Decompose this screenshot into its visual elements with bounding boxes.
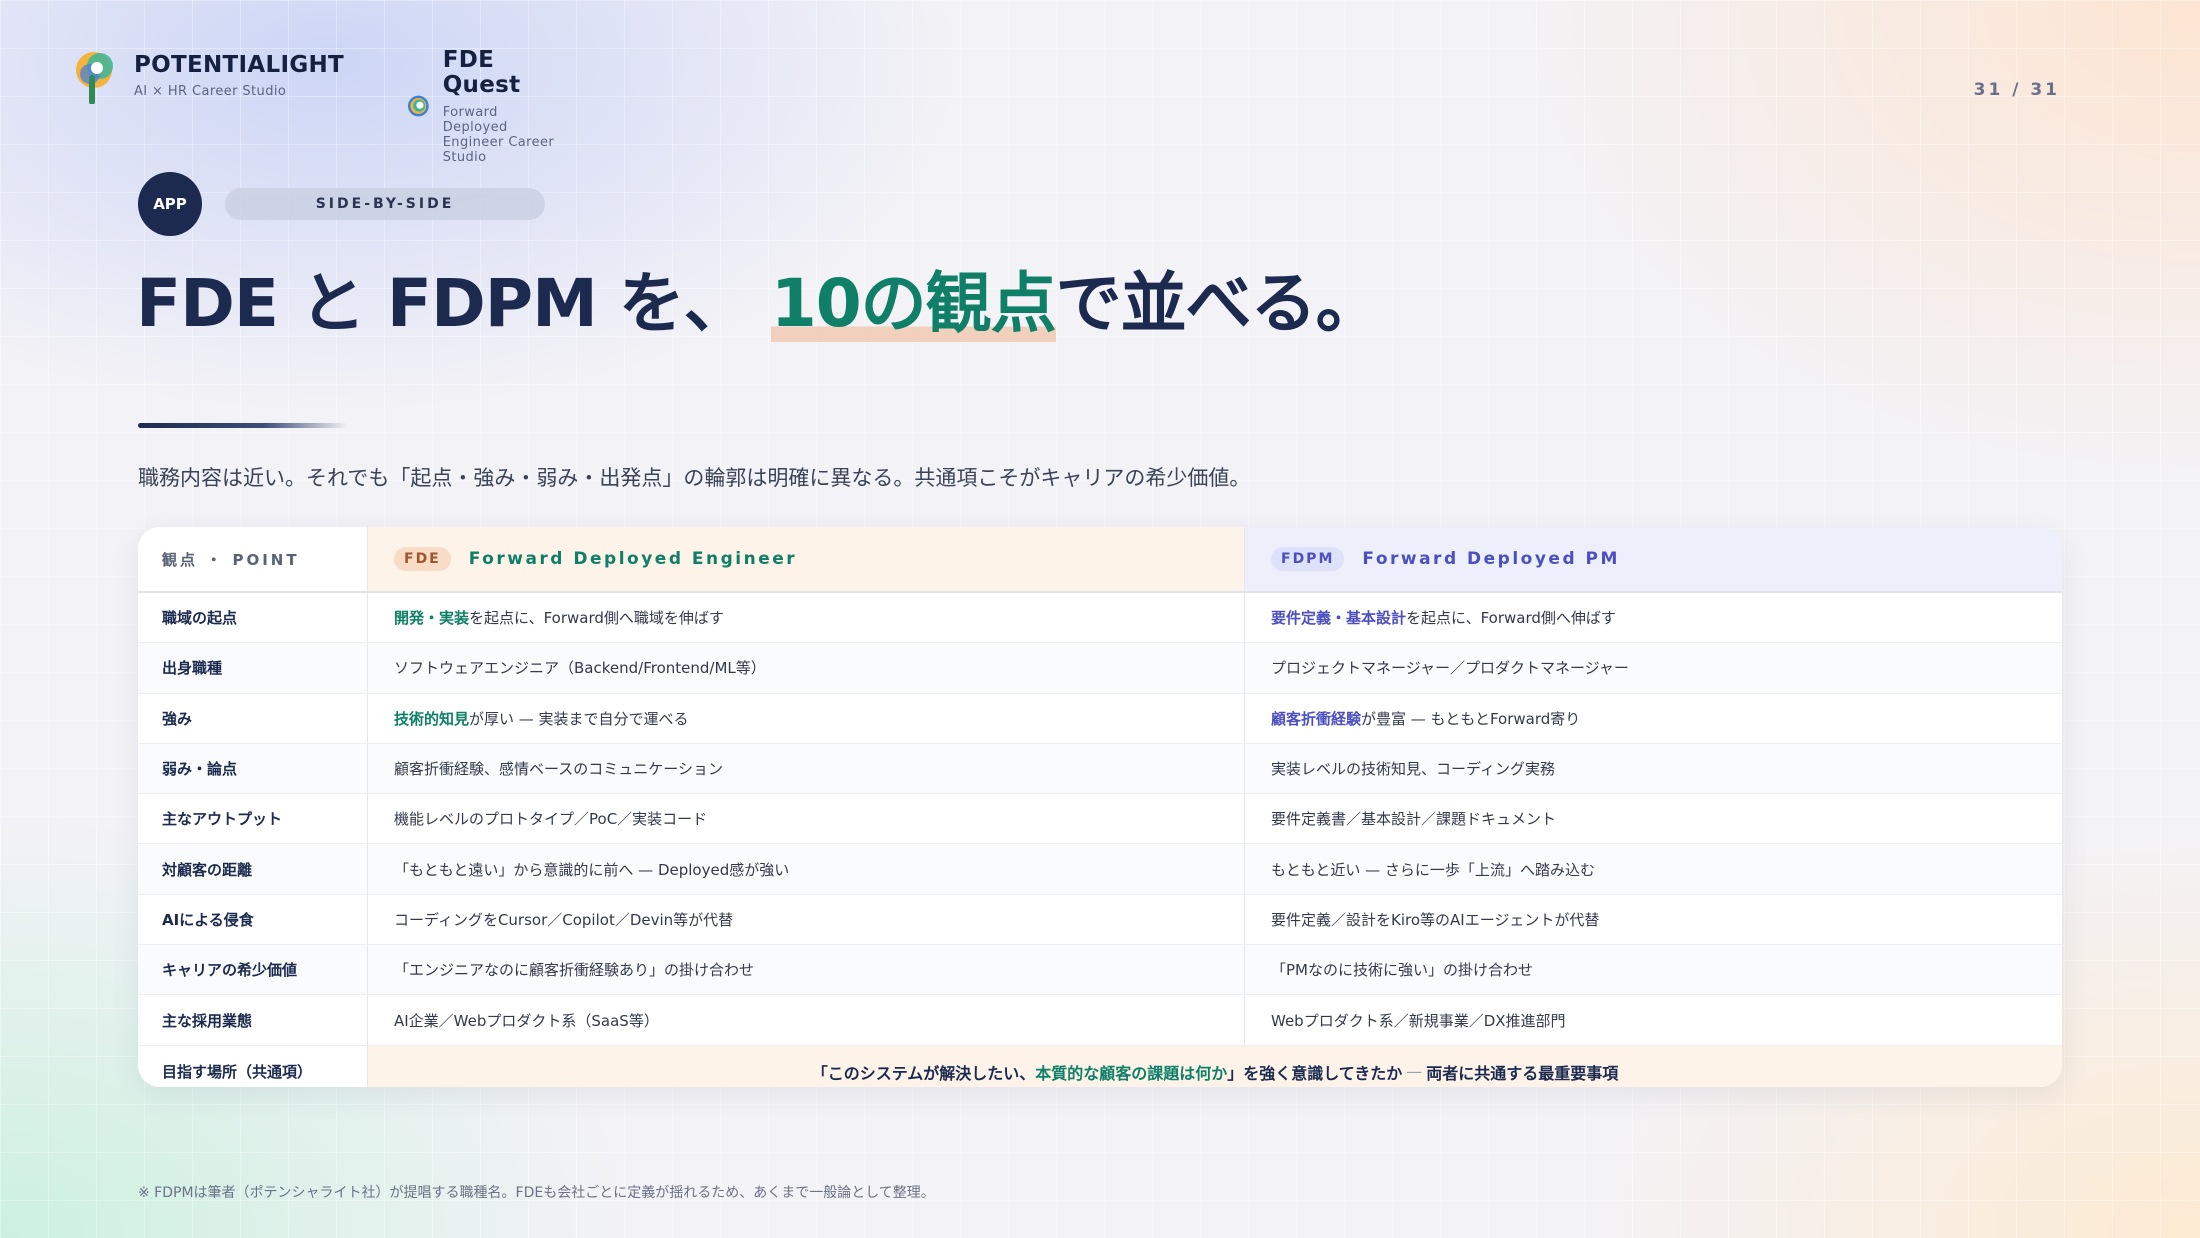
row-point: AIによる侵食 (138, 894, 368, 945)
fde-text: を起点に、Forward側へ職域を伸ばす (469, 609, 724, 628)
header-point: 観点 ・ POINT (138, 527, 368, 591)
brand-potentialight: POTENTIALIGHT AI × HR Career Studio (72, 48, 344, 104)
fde-text: が厚い — 実装まで自分で運べる (469, 709, 689, 728)
row-fdpm: Webプロダクト系／新規事業／DX推進部門 (1245, 995, 2062, 1044)
brand-tagline: AI × HR Career Studio (134, 84, 287, 100)
header-fdpm: FDPM Forward Deployed PM (1245, 527, 2062, 591)
row-point: 主な採用業態 (138, 995, 368, 1045)
title-part2: で並べる。 (1055, 265, 1382, 342)
row-fde: 「もともと遠い」から意識的に前へ — Deployed感が強い (368, 844, 1245, 894)
fde-text: 「もともと遠い」から意識的に前へ — Deployed感が強い (394, 860, 790, 879)
row-fde: 開発・実装 を起点に、Forward側へ職域を伸ばす (368, 593, 1245, 643)
fde-tag: FDE (394, 547, 451, 571)
row-point: キャリアの希少価値 (138, 945, 368, 995)
row-fde: AI企業／Webプロダクト系（SaaS等） (368, 995, 1245, 1045)
final-tail: 両者に共通する最重要事項 (1426, 1063, 1619, 1083)
header-fde: FDE Forward Deployed Engineer (368, 527, 1245, 591)
final-emphasis: 本質的な顧客の課題は何か (1035, 1063, 1228, 1083)
fdpm-emphasis: 要件定義・基本設計 (1271, 609, 1407, 628)
fdpm-text: プロジェクトマネージャー／プロダクトマネージャー (1271, 659, 1629, 678)
table-row: キャリアの希少価値 「エンジニアなのに顧客折衝経験あり」の掛け合わせ 「PMなのに技… (138, 945, 2062, 996)
row-fdpm: 要件定義書／基本設計／課題ドキュメント (1245, 794, 2062, 843)
table-row-final: 目指す場所（共通項） 「このシステムが解決したい、 本質的な顧客の課題は何か 」を強… (138, 1045, 2062, 1087)
table-row: 強み 技術的知見 が厚い — 実装まで自分で運べる 顧客折衝経験 が豊富 — もともとF… (138, 693, 2062, 744)
row-fdpm: 実装レベルの技術知見、コーディング実務 (1245, 744, 2062, 793)
final-pre: 「このシステムが解決したい、 (811, 1063, 1036, 1083)
title-underline (138, 423, 348, 428)
final-post: 」を強く意識してきたか (1227, 1063, 1403, 1083)
comparison-table: 観点 ・ POINT FDE Forward Deployed Engineer… (138, 527, 2062, 1087)
fdpm-text: が豊富 — もともとForward寄り (1361, 709, 1581, 728)
fdpm-text: もともと近い — さらに一歩「上流」へ踏み込む (1271, 860, 1595, 879)
table-row: 職域の起点 開発・実装 を起点に、Forward側へ職域を伸ばす 要件定義・基本設計… (138, 593, 2062, 644)
row-point: 職域の起点 (138, 593, 368, 643)
row-fde: 「エンジニアなのに顧客折衝経験あり」の掛け合わせ (368, 945, 1245, 995)
fdpm-tag: FDPM (1271, 547, 1345, 571)
table-row: 主なアウトプット 機能レベルのプロトタイプ／PoC／実装コード 要件定義書／基本設計… (138, 794, 2062, 845)
row-fde: 機能レベルのプロトタイプ／PoC／実装コード (368, 794, 1245, 844)
row-fde: ソフトウェアエンジニア（Backend/Frontend/ML等） (368, 643, 1245, 693)
table-row: AIによる侵食 コーディングをCursor／Copilot／Devin等が代替 要件… (138, 894, 2062, 946)
row-fdpm: もともと近い — さらに一歩「上流」へ踏み込む (1245, 844, 2062, 893)
product-name: FDE Quest (442, 47, 521, 99)
fdpm-text: 実装レベルの技術知見、コーディング実務 (1271, 760, 1555, 779)
title-part1: FDE と FDPM を、 (136, 265, 750, 342)
final-dash: — (1406, 1062, 1423, 1082)
final-statement: 「このシステムが解決したい、 本質的な顧客の課題は何か 」を強く意識してきたか — 両者… (368, 1045, 2062, 1087)
fde-emphasis: 技術的知見 (394, 709, 470, 728)
fdpm-text: 要件定義書／基本設計／課題ドキュメント (1271, 810, 1557, 829)
row-fde: 顧客折衝経験、感情ベースのコミュニケーション (368, 743, 1245, 794)
brand-fde-quest: FDE Quest Forward Deployed Engineer Care… (406, 47, 558, 165)
section-pill: SIDE-BY-SIDE (225, 188, 545, 220)
row-point: 主なアウトプット (138, 794, 368, 844)
row-fdpm: 「PMなのに技術に強い」の掛け合わせ (1245, 945, 2062, 994)
table-body: 職域の起点 開発・実装 を起点に、Forward側へ職域を伸ばす 要件定義・基本設計… (138, 593, 2062, 1046)
row-fdpm: 顧客折衝経験 が豊富 — もともとForward寄り (1245, 694, 2062, 743)
brand-name: POTENTIALIGHT (134, 51, 345, 78)
fde-text: 「エンジニアなのに顧客折衝経験あり」の掛け合わせ (394, 961, 755, 980)
page-title: FDE と FDPM を、 10の観点で並べる。 (136, 250, 1382, 346)
fdpm-text: 「PMなのに技術に強い」の掛け合わせ (1271, 961, 1533, 980)
table-row: 弱み・論点 顧客折衝経験、感情ベースのコミュニケーション 実装レベルの技術知見、コー… (138, 743, 2062, 795)
row-fdpm: プロジェクトマネージャー／プロダクトマネージャー (1245, 643, 2062, 692)
fde-emphasis: 開発・実装 (394, 609, 470, 628)
fdpm-title: Forward Deployed PM (1362, 549, 1620, 569)
row-point: 強み (138, 693, 368, 743)
title-highlight: 10の観点 (770, 265, 1057, 342)
fde-title: Forward Deployed Engineer (468, 549, 798, 569)
app-badge: APP (138, 172, 202, 236)
page-number: 31 / 31 (1973, 80, 2060, 100)
row-fdpm: 要件定義・基本設計 を起点に、Forward側へ伸ばす (1245, 593, 2062, 642)
fdpm-emphasis: 顧客折衝経験 (1271, 709, 1362, 728)
lead-text: 職務内容は近い。それでも「起点・強み・弱み・出発点」の輪郭は明確に異なる。共通項… (138, 466, 1251, 490)
fde-quest-logo-icon (407, 95, 429, 117)
row-fde: コーディングをCursor／Copilot／Devin等が代替 (368, 894, 1245, 945)
row-fdpm: 要件定義／設計をKiro等のAIエージェントが代替 (1245, 895, 2062, 944)
row-point: 弱み・論点 (138, 743, 368, 794)
row-point: 対顧客の距離 (138, 844, 368, 894)
fdpm-text: Webプロダクト系／新規事業／DX推進部門 (1271, 1011, 1566, 1030)
product-tagline: Forward Deployed Engineer Career Studio (442, 104, 555, 165)
fdpm-text: 要件定義／設計をKiro等のAIエージェントが代替 (1271, 910, 1600, 929)
final-point: 目指す場所（共通項） (138, 1045, 368, 1087)
fde-text: 顧客折衝経験、感情ベースのコミュニケーション (394, 760, 723, 779)
footnote: ※ FDPMは筆者（ポテンシャライト社）が提唱する職種名。FDEも会社ごとに定義… (138, 1185, 935, 1201)
table-header: 観点 ・ POINT FDE Forward Deployed Engineer… (138, 527, 2062, 593)
row-point: 出身職種 (138, 643, 368, 693)
table-row: 主な採用業態 AI企業／Webプロダクト系（SaaS等） Webプロダクト系／新規事… (138, 995, 2062, 1046)
table-row: 出身職種 ソフトウェアエンジニア（Backend/Frontend/ML等） プロジ… (138, 643, 2062, 694)
fde-text: 機能レベルのプロトタイプ／PoC／実装コード (394, 810, 708, 829)
potentialight-logo-icon (76, 52, 113, 104)
fde-text: AI企業／Webプロダクト系（SaaS等） (394, 1011, 659, 1030)
fde-text: ソフトウェアエンジニア（Backend/Frontend/ML等） (394, 659, 766, 678)
fde-text: コーディングをCursor／Copilot／Devin等が代替 (394, 910, 734, 929)
table-row: 対顧客の距離 「もともと遠い」から意識的に前へ — Deployed感が強い もとも… (138, 844, 2062, 895)
row-fde: 技術的知見 が厚い — 実装まで自分で運べる (368, 693, 1245, 743)
fdpm-text: を起点に、Forward側へ伸ばす (1406, 609, 1616, 628)
